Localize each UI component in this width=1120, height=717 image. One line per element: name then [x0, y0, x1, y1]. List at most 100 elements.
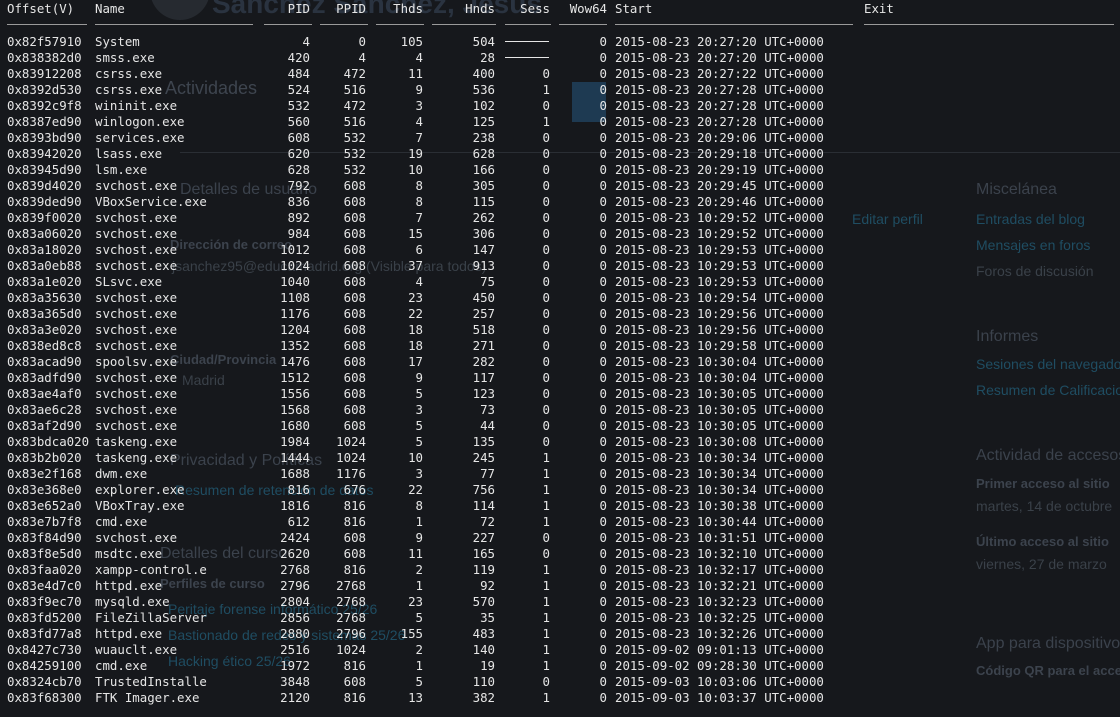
header-underline — [864, 24, 1114, 25]
cell-name: wuauclt.exe — [95, 642, 178, 657]
cell-pid: 792 — [287, 178, 310, 193]
table-row: 0x83a0eb88 svchost.exe 1024 608 37 913 0 0 2015-… — [0, 258, 1120, 274]
table-row: 0x83912208 csrss.exe 484 472 11 400 0 0 2015-08-… — [0, 66, 1120, 82]
table-row: 0x838ed8c8 svchost.exe 1352 608 18 271 0 0 2015-… — [0, 338, 1120, 354]
cell-pid: 1816 — [280, 498, 310, 513]
cell-sess: 0 — [542, 178, 550, 193]
cell-thds: 8 — [415, 178, 423, 193]
cell-thds: 1 — [415, 578, 423, 593]
cell-name: svchost.exe — [95, 322, 178, 337]
cell-pid: 560 — [287, 114, 310, 129]
cell-offset: 0x83adfd90 — [7, 370, 82, 385]
cell-name: VBoxTray.exe — [95, 498, 185, 513]
cell-start: 2015-08-23 20:27:22 UTC+0000 — [615, 66, 824, 81]
cell-thds: 18 — [408, 322, 423, 337]
table-row: 0x83f8e5d0 msdtc.exe 2620 608 11 165 0 0 2015-08… — [0, 546, 1120, 562]
cell-pid: 1476 — [280, 354, 310, 369]
header-thds: Thds — [393, 1, 423, 16]
cell-thds: 7 — [415, 210, 423, 225]
cell-start: 2015-08-23 10:32:26 UTC+0000 — [615, 626, 824, 641]
cell-wow64: 0 — [599, 642, 607, 657]
cell-wow64: 0 — [599, 226, 607, 241]
cell-sess: 1 — [542, 562, 550, 577]
cell-hnds: 28 — [480, 50, 495, 65]
cell-thds: 22 — [408, 482, 423, 497]
cell-offset: 0x839f0020 — [7, 210, 82, 225]
cell-pid: 1040 — [280, 274, 310, 289]
cell-wow64: 0 — [599, 610, 607, 625]
cell-sess: 0 — [542, 210, 550, 225]
cell-offset: 0x83a365d0 — [7, 306, 82, 321]
terminal-output[interactable]: Offset(V) Name PID PPID Thds Hnds Sess W… — [0, 0, 1120, 717]
cell-thds: 23 — [408, 290, 423, 305]
cell-sess: 0 — [542, 530, 550, 545]
cell-ppid: 608 — [343, 274, 366, 289]
cell-hnds: 147 — [472, 242, 495, 257]
cell-wow64: 0 — [599, 546, 607, 561]
table-row: 0x8393bd90 services.exe 608 532 7 238 0 0 2015-0… — [0, 130, 1120, 146]
cell-thds: 10 — [408, 162, 423, 177]
cell-name: explorer.exe — [95, 482, 185, 497]
session-none-dash — [505, 40, 549, 42]
cell-wow64: 0 — [599, 626, 607, 641]
cell-start: 2015-08-23 10:29:56 UTC+0000 — [615, 322, 824, 337]
cell-hnds: 119 — [472, 562, 495, 577]
cell-sess: 1 — [542, 514, 550, 529]
cell-name: TrustedInstalle — [95, 674, 207, 689]
cell-start: 2015-08-23 20:27:28 UTC+0000 — [615, 98, 824, 113]
cell-offset: 0x83f68300 — [7, 690, 82, 705]
cell-wow64: 0 — [599, 34, 607, 49]
cell-name: svchost.exe — [95, 370, 178, 385]
cell-pid: 984 — [287, 226, 310, 241]
cell-start: 2015-08-23 10:29:53 UTC+0000 — [615, 274, 824, 289]
cell-start: 2015-08-23 10:32:17 UTC+0000 — [615, 562, 824, 577]
cell-pid: 1352 — [280, 338, 310, 353]
cell-pid: 484 — [287, 66, 310, 81]
table-row: 0x839f0020 svchost.exe 892 608 7 262 0 0 2015-08… — [0, 210, 1120, 226]
header-start: Start — [615, 1, 653, 16]
cell-hnds: 504 — [472, 34, 495, 49]
cell-offset: 0x82f57910 — [7, 34, 82, 49]
cell-ppid: 608 — [343, 338, 366, 353]
table-row: 0x83a3e020 svchost.exe 1204 608 18 518 0 0 2015-… — [0, 322, 1120, 338]
table-row: 0x83f68300 FTK Imager.exe 2120 816 13 382 1 0 20… — [0, 690, 1120, 706]
table-row: 0x8324cb70 TrustedInstalle 3848 608 5 110 0 0 20… — [0, 674, 1120, 690]
table-row: 0x83ae4af0 svchost.exe 1556 608 5 123 0 0 2015-0… — [0, 386, 1120, 402]
cell-hnds: 44 — [480, 418, 495, 433]
cell-wow64: 0 — [599, 322, 607, 337]
cell-offset: 0x838ed8c8 — [7, 338, 82, 353]
cell-sess: 1 — [542, 466, 550, 481]
cell-pid: 2768 — [280, 562, 310, 577]
cell-offset: 0x8427c730 — [7, 642, 82, 657]
cell-hnds: 102 — [472, 98, 495, 113]
cell-thds: 1 — [415, 658, 423, 673]
cell-ppid: 532 — [343, 130, 366, 145]
cell-ppid: 608 — [343, 674, 366, 689]
table-row: 0x83e652a0 VBoxTray.exe 1816 816 8 114 1 0 2015-… — [0, 498, 1120, 514]
cell-ppid: 0 — [358, 34, 366, 49]
cell-thds: 5 — [415, 418, 423, 433]
cell-sess: 0 — [542, 546, 550, 561]
cell-name: httpd.exe — [95, 578, 163, 593]
table-row: 0x8392c9f8 wininit.exe 532 472 3 102 0 0 2015-08… — [0, 98, 1120, 114]
cell-thds: 17 — [408, 354, 423, 369]
cell-start: 2015-08-23 10:30:34 UTC+0000 — [615, 482, 824, 497]
cell-hnds: 19 — [480, 658, 495, 673]
cell-offset: 0x83f84d90 — [7, 530, 82, 545]
cell-offset: 0x83a18020 — [7, 242, 82, 257]
cell-name: svchost.exe — [95, 210, 178, 225]
cell-wow64: 0 — [599, 658, 607, 673]
cell-ppid: 1024 — [336, 434, 366, 449]
cell-pid: 524 — [287, 82, 310, 97]
cell-offset: 0x83e7b7f8 — [7, 514, 82, 529]
cell-wow64: 0 — [599, 82, 607, 97]
table-row: 0x8387ed90 winlogon.exe 560 516 4 125 1 0 2015-0… — [0, 114, 1120, 130]
cell-start: 2015-08-23 20:29:19 UTC+0000 — [615, 162, 824, 177]
cell-ppid: 532 — [343, 146, 366, 161]
cell-hnds: 450 — [472, 290, 495, 305]
cell-name: svchost.exe — [95, 530, 178, 545]
cell-offset: 0x83b2b020 — [7, 450, 82, 465]
cell-hnds: 77 — [480, 466, 495, 481]
cell-offset: 0x83e368e0 — [7, 482, 82, 497]
cell-wow64: 0 — [599, 66, 607, 81]
